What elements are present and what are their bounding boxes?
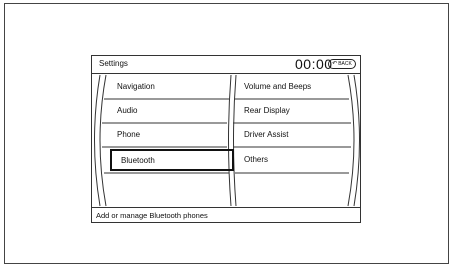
menu-item-navigation[interactable]: Navigation: [110, 76, 234, 98]
back-button[interactable]: ↶BACK: [328, 59, 356, 69]
screen-header: Settings 00:00 ↶BACK: [92, 56, 360, 74]
menu-item-volume-and-beeps[interactable]: Volume and Beeps: [235, 76, 345, 98]
clock-display: 00:00: [295, 56, 333, 72]
back-button-label: BACK: [338, 61, 352, 67]
menu-item-audio[interactable]: Audio: [110, 100, 234, 122]
menu-item-phone[interactable]: Phone: [110, 124, 234, 146]
settings-screen: Settings 00:00 ↶BACK Navigation Audio Ph…: [91, 55, 361, 223]
menu-item-bluetooth[interactable]: Bluetooth: [110, 149, 234, 171]
screen-title: Settings: [99, 59, 128, 68]
menu-item-driver-assist[interactable]: Driver Assist: [235, 124, 345, 146]
back-arrow-icon: ↶: [332, 61, 338, 67]
menu-item-others[interactable]: Others: [235, 149, 345, 171]
status-bar: Add or manage Bluetooth phones: [92, 207, 360, 222]
menu-item-rear-display[interactable]: Rear Display: [235, 100, 345, 122]
